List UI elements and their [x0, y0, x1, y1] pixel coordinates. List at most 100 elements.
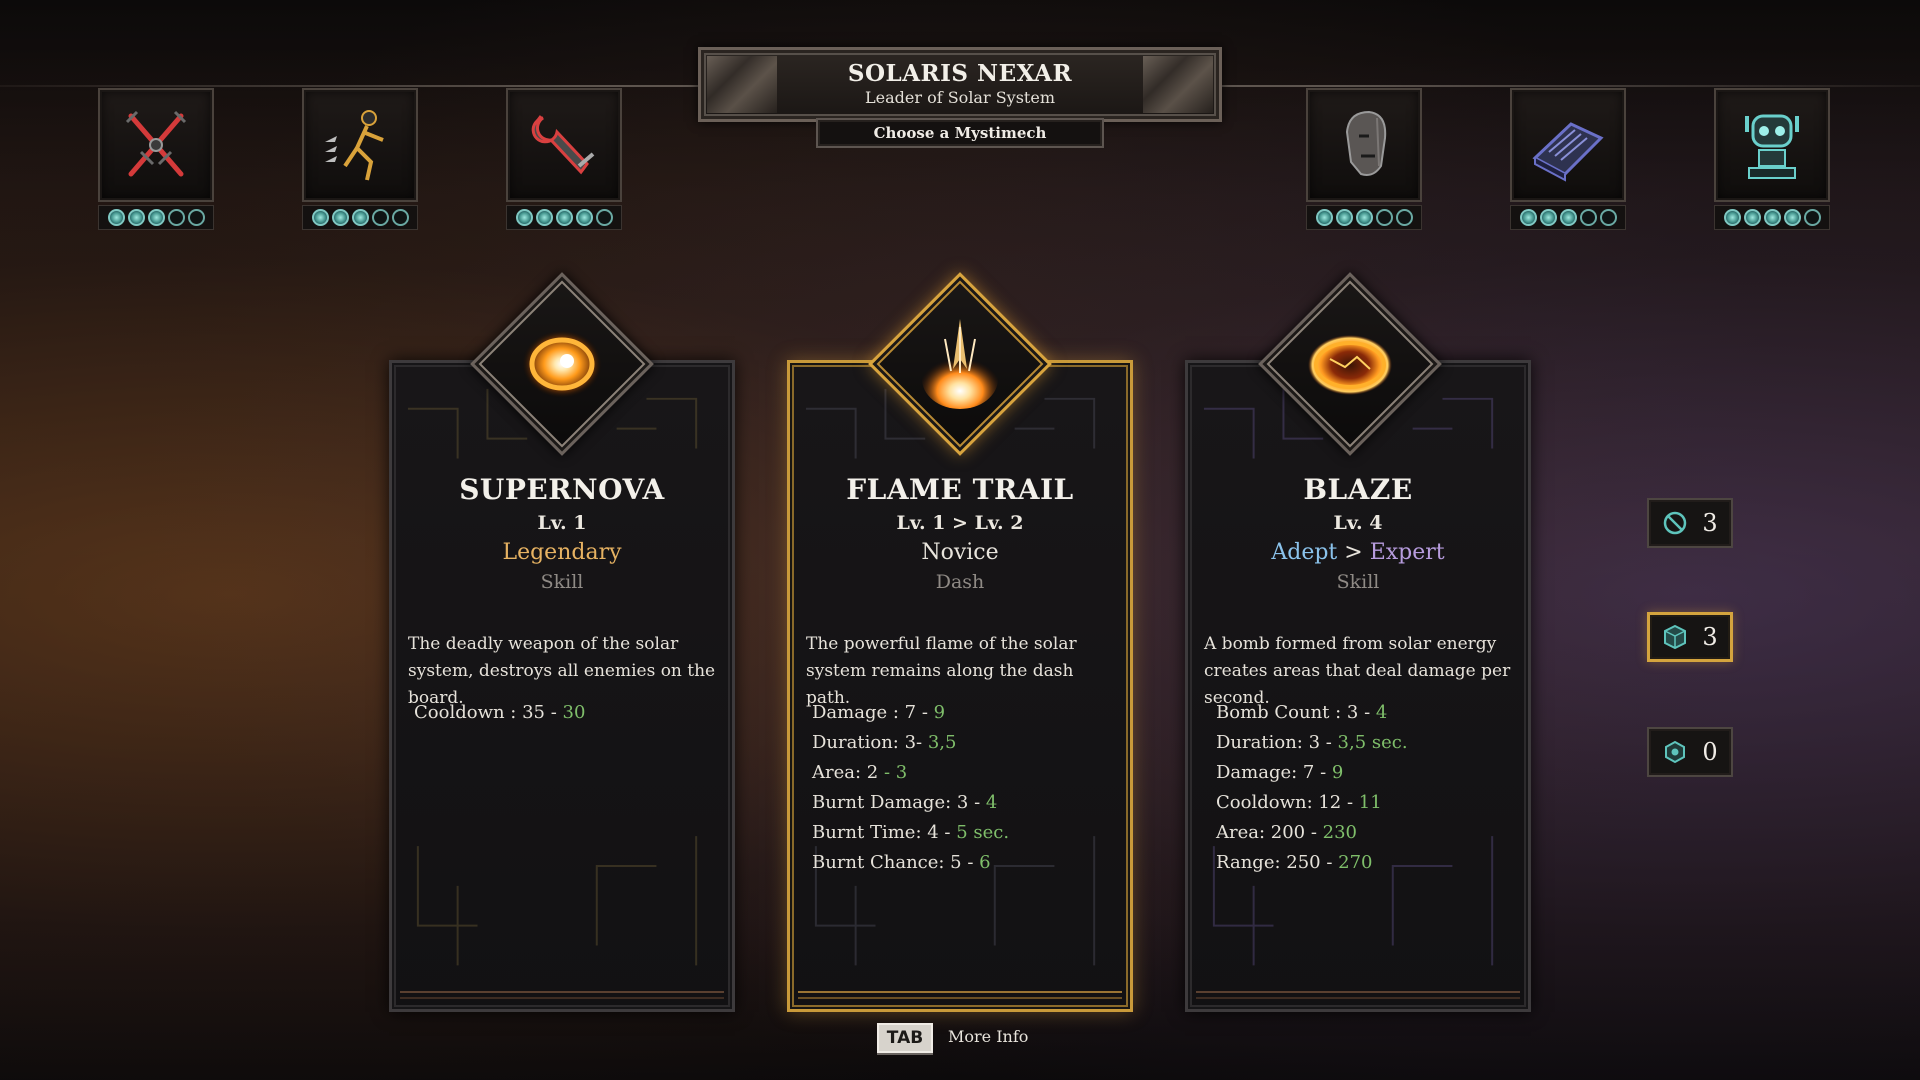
rarity-separator: > — [1344, 540, 1363, 565]
pip-filled — [575, 209, 593, 226]
stat-current: Burnt Chance: 5 - — [812, 852, 980, 873]
pip-filled — [1519, 209, 1537, 226]
character-subtitle: Leader of Solar System — [865, 88, 1055, 107]
lock-counter[interactable]: 0 — [1647, 727, 1733, 777]
stat-next: 30 — [562, 702, 586, 723]
stat-line: Burnt Time: 4 - 5 sec. — [812, 818, 1009, 848]
stat-current: Burnt Time: 4 - — [812, 822, 957, 843]
stat-line: Cooldown: 12 - 11 — [1216, 788, 1408, 818]
stat-next: 5 sec. — [956, 822, 1010, 843]
pip-filled — [1743, 209, 1761, 226]
stat-current: Cooldown : 35 - — [414, 702, 563, 723]
pip-empty — [391, 209, 409, 226]
pip-filled — [351, 209, 369, 226]
stat-next: 9 — [933, 702, 946, 723]
pip-filled — [1763, 209, 1781, 226]
upgrade-pips — [98, 205, 214, 230]
stat-next: 230 — [1322, 822, 1358, 843]
banish-icon — [1664, 511, 1687, 535]
stat-current: Burnt Damage: 3 - — [812, 792, 986, 813]
card-level: Lv. 1 — [537, 512, 587, 534]
stat-line: Duration: 3- 3,5 — [812, 728, 1009, 758]
banish-counter[interactable]: 3 — [1647, 498, 1733, 548]
stat-current: Duration: 3 - — [1216, 732, 1338, 753]
card-stats: Cooldown : 35 - 30 — [414, 698, 585, 728]
pip-filled — [1335, 209, 1353, 226]
stat-line: Area: 200 - 230 — [1216, 818, 1408, 848]
pip-filled — [127, 209, 145, 226]
pip-filled — [1539, 209, 1557, 226]
stat-next: 3,5 sec. — [1337, 732, 1408, 753]
mystimech-slot-6[interactable] — [1714, 88, 1830, 230]
spellbook-icon — [1532, 122, 1604, 182]
skill-card-blaze[interactable]: BLAZE Lv. 4 Adept > Expert Skill A bomb … — [1185, 360, 1531, 1012]
stat-current: Damage: 7 - — [1216, 762, 1332, 783]
mystimech-slot-5[interactable] — [1510, 88, 1626, 230]
lock-count: 0 — [1702, 738, 1718, 766]
pip-filled — [1355, 209, 1373, 226]
stat-next: 9 — [1331, 762, 1344, 783]
pip-empty — [1395, 209, 1413, 226]
pip-empty — [1375, 209, 1393, 226]
wrench-icon — [531, 115, 595, 175]
stat-line: Burnt Chance: 5 - 6 — [812, 848, 1009, 878]
skill-card-supernova[interactable]: SUPERNOVA Lv. 1 Legendary Skill The dead… — [389, 360, 735, 1012]
stat-current: Damage : 7 - — [812, 702, 934, 723]
card-type: Dash — [935, 571, 985, 593]
stat-line: Duration: 3 - 3,5 sec. — [1216, 728, 1408, 758]
pip-filled — [311, 209, 329, 226]
stat-next: 11 — [1358, 792, 1382, 813]
upgrade-pips — [1306, 205, 1422, 230]
upgrade-pips — [1714, 205, 1830, 230]
pip-filled — [331, 209, 349, 226]
choose-prompt: Choose a Mystimech — [816, 118, 1104, 148]
more-info-label: More Info — [948, 1027, 1029, 1046]
stat-current: Duration: 3- — [812, 732, 928, 753]
upgrade-pips — [506, 205, 622, 230]
stat-line: Damage: 7 - 9 — [1216, 758, 1408, 788]
card-stats: Bomb Count : 3 - 4 Duration: 3 - 3,5 sec… — [1216, 698, 1408, 878]
card-title: FLAME TRAIL — [846, 473, 1074, 506]
stat-current: Area: 2 — [812, 762, 884, 783]
pip-filled — [535, 209, 553, 226]
dashing-figure-icon — [325, 110, 384, 181]
stat-next: 6 — [979, 852, 991, 873]
stat-current: Area: 200 - — [1216, 822, 1323, 843]
banish-count: 3 — [1702, 509, 1718, 537]
pip-empty — [187, 209, 205, 226]
crossed-swords-icon — [125, 110, 187, 177]
mystimech-slot-4[interactable] — [1306, 88, 1422, 230]
robot-icon — [1745, 114, 1799, 179]
mystimech-slot-3[interactable] — [506, 88, 622, 230]
stat-line: Cooldown : 35 - 30 — [414, 698, 585, 728]
skill-card-flame-trail[interactable]: FLAME TRAIL Lv. 1 > Lv. 2 Novice Dash Th… — [787, 360, 1133, 1012]
stat-line: Burnt Damage: 3 - 4 — [812, 788, 1009, 818]
supernova-icon — [522, 330, 602, 398]
stat-line: Range: 250 - 270 — [1216, 848, 1408, 878]
upgrade-pips — [1510, 205, 1626, 230]
pip-empty — [595, 209, 613, 226]
pip-filled — [1559, 209, 1577, 226]
card-footer-bar — [400, 991, 724, 999]
pip-filled — [147, 209, 165, 226]
pip-filled — [107, 209, 125, 226]
rarity-next: Expert — [1369, 540, 1445, 565]
tab-key-button[interactable]: TAB — [877, 1023, 933, 1053]
reroll-count: 3 — [1702, 623, 1718, 651]
reroll-counter[interactable]: 3 — [1647, 612, 1733, 662]
card-level: Lv. 1 > Lv. 2 — [896, 512, 1024, 534]
pip-filled — [515, 209, 533, 226]
card-type: Skill — [540, 571, 584, 593]
character-banner: SOLARIS NEXAR Leader of Solar System — [698, 47, 1222, 122]
pip-filled — [1783, 209, 1801, 226]
card-stats: Damage : 7 - 9 Duration: 3- 3,5 Area: 2 … — [812, 698, 1009, 878]
stat-next: - 3 — [883, 762, 908, 783]
card-footer-bar — [798, 991, 1122, 999]
card-level: Lv. 4 — [1333, 512, 1383, 534]
pip-empty — [371, 209, 389, 226]
mystimech-slot-2[interactable] — [302, 88, 418, 230]
mystimech-slot-1[interactable] — [98, 88, 214, 230]
card-type: Skill — [1336, 571, 1380, 593]
masked-head-icon — [1345, 110, 1387, 176]
upgrade-pips — [302, 205, 418, 230]
